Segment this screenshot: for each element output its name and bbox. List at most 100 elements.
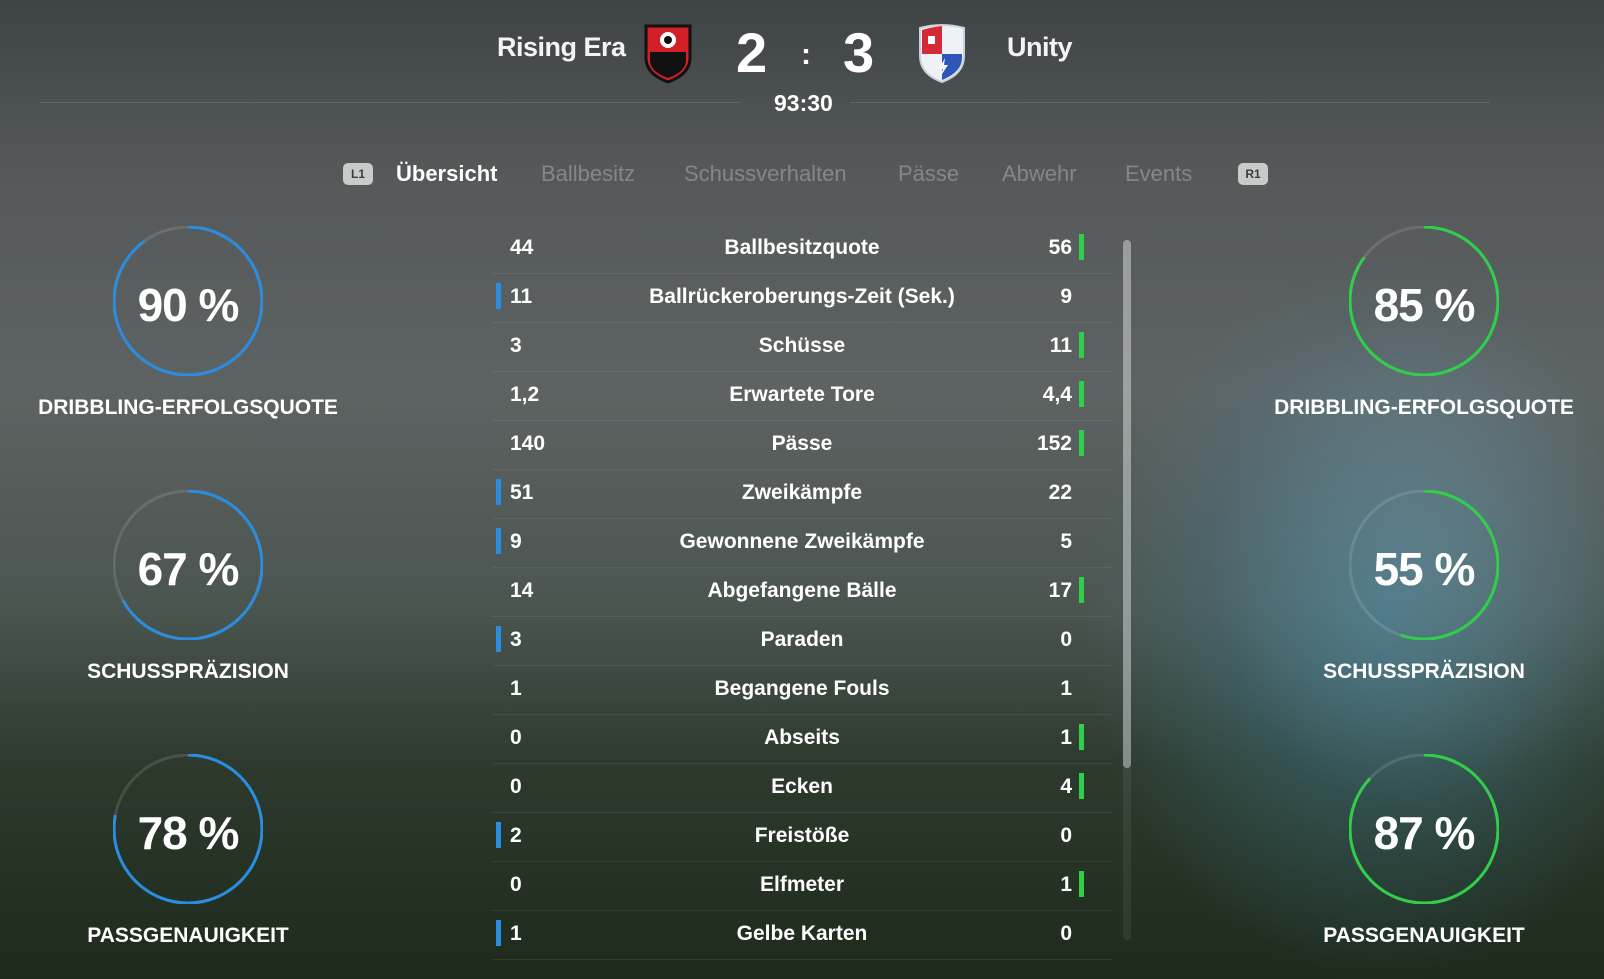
home-team-crest — [640, 22, 696, 84]
stat-home-value: 1,2 — [510, 383, 540, 406]
away-leader-bar — [1079, 773, 1084, 799]
home-shot-accuracy-value: 67 % — [137, 543, 240, 595]
away-leader-bar — [1079, 577, 1084, 603]
away-leader-bar — [1079, 234, 1084, 260]
stat-row: 140 Pässe 152 — [492, 420, 1112, 470]
stat-away-value: 0 — [1060, 628, 1072, 651]
stat-label: Erwartete Tore — [729, 383, 875, 406]
stat-home-value: 0 — [510, 726, 522, 749]
home-leader-bar — [496, 626, 501, 652]
away-dribbling-value: 85 % — [1373, 279, 1476, 331]
score-separator: : — [801, 38, 811, 71]
stat-row: 0 Ecken 4 — [492, 763, 1112, 813]
stat-home-value: 140 — [510, 432, 546, 455]
stat-away-value: 1 — [1060, 726, 1072, 749]
stat-label: Ballbesitzquote — [724, 236, 880, 259]
away-pass-accuracy-value: 87 % — [1373, 807, 1476, 859]
stat-away-value: 17 — [1048, 579, 1072, 602]
stat-row: 51 Zweikämpfe 22 — [492, 469, 1112, 519]
away-leader-bar — [1079, 871, 1084, 897]
stat-row: 14 Abgefangene Bälle 17 — [492, 567, 1112, 617]
stat-row: 1 Gelbe Karten 0 — [492, 910, 1112, 960]
stat-away-value: 0 — [1060, 824, 1072, 847]
tab-events[interactable]: Events — [1125, 161, 1192, 187]
home-leader-bar — [496, 822, 501, 848]
stat-home-value: 3 — [510, 628, 522, 651]
stat-row: 1,2 Erwartete Tore 4,4 — [492, 371, 1112, 421]
stat-home-value: 3 — [510, 334, 522, 357]
stat-label: Gelbe Karten — [736, 922, 868, 945]
divider-line — [850, 102, 1490, 103]
away-shot-accuracy-label: SCHUSSPRÄZISION — [1323, 660, 1525, 683]
l1-button-icon[interactable]: L1 — [343, 163, 373, 185]
stat-row: 3 Schüsse 11 — [492, 322, 1112, 372]
home-dribbling-value: 90 % — [137, 279, 240, 331]
home-pass-accuracy-value: 78 % — [137, 807, 240, 859]
away-team-crest — [914, 22, 970, 84]
home-leader-bar — [496, 528, 501, 554]
stat-away-value: 0 — [1060, 922, 1072, 945]
stat-label: Abgefangene Bälle — [707, 579, 897, 602]
home-dribbling-label: DRIBBLING-ERFOLGSQUOTE — [38, 396, 338, 419]
home-score: 2 — [736, 21, 768, 84]
away-leader-bar — [1079, 332, 1084, 358]
stat-away-value: 152 — [1036, 432, 1072, 455]
home-leader-bar — [496, 920, 501, 946]
stats-table[interactable]: 44 Ballbesitzquote 56 11 Ballrückeroberu… — [492, 224, 1112, 964]
stat-home-value: 1 — [510, 677, 522, 700]
home-shot-accuracy-label: SCHUSSPRÄZISION — [87, 660, 289, 683]
away-pass-accuracy-label: PASSGENAUIGKEIT — [1323, 924, 1525, 947]
stats-tab-bar: L1 Übersicht Ballbesitz Schussverhalten … — [0, 158, 1604, 198]
home-pass-accuracy-label: PASSGENAUIGKEIT — [87, 924, 289, 947]
stat-away-value: 22 — [1048, 481, 1072, 504]
away-shot-accuracy-value: 55 % — [1373, 543, 1476, 595]
stat-row: 1 Begangene Fouls 1 — [492, 665, 1112, 715]
divider-line — [40, 102, 740, 103]
stat-label: Schüsse — [758, 334, 846, 357]
stat-label: Ecken — [771, 775, 833, 798]
stat-label: Begangene Fouls — [714, 677, 890, 700]
stat-row: 44 Ballbesitzquote 56 — [492, 224, 1112, 274]
stat-label: Elfmeter — [759, 873, 845, 896]
home-team-name: Rising Era — [497, 32, 626, 62]
home-leader-bar — [496, 283, 501, 309]
stat-away-value: 1 — [1060, 873, 1072, 896]
r1-button-icon[interactable]: R1 — [1238, 163, 1268, 185]
stat-label: Abseits — [764, 726, 840, 749]
stats-scrollbar-thumb[interactable] — [1123, 240, 1131, 768]
stat-away-value: 4,4 — [1042, 383, 1072, 406]
stat-row: 3 Paraden 0 — [492, 616, 1112, 666]
stat-away-value: 5 — [1060, 530, 1072, 553]
stat-row: 0 Elfmeter 1 — [492, 861, 1112, 911]
stat-away-value: 11 — [1049, 334, 1072, 357]
stat-away-value: 56 — [1048, 236, 1072, 259]
away-leader-bar — [1079, 724, 1084, 750]
stat-home-value: 51 — [510, 481, 534, 504]
stat-label: Gewonnene Zweikämpfe — [679, 530, 925, 553]
stat-label: Pässe — [771, 432, 833, 455]
stat-label: Ballrückeroberungs-Zeit (Sek.) — [649, 285, 955, 308]
match-clock: 93:30 — [774, 90, 833, 116]
tab-ballbesitz[interactable]: Ballbesitz — [541, 161, 635, 187]
home-leader-bar — [496, 479, 501, 505]
tab-uebersicht[interactable]: Übersicht — [396, 161, 497, 187]
stat-home-value: 0 — [510, 873, 522, 896]
tab-abwehr[interactable]: Abwehr — [1002, 161, 1077, 187]
stat-home-value: 14 — [510, 579, 534, 602]
stat-home-value: 0 — [510, 775, 522, 798]
stat-home-value: 44 — [510, 236, 534, 259]
tab-schussverhalten[interactable]: Schussverhalten — [684, 161, 847, 187]
tab-paesse[interactable]: Pässe — [898, 161, 959, 187]
stat-label: Freistöße — [754, 824, 850, 847]
stat-home-value: 11 — [510, 285, 533, 308]
away-score: 3 — [843, 21, 875, 84]
stat-label: Zweikämpfe — [741, 481, 863, 504]
stat-away-value: 9 — [1060, 285, 1072, 308]
stat-row: 11 Ballrückeroberungs-Zeit (Sek.) 9 — [492, 273, 1112, 323]
away-leader-bar — [1079, 430, 1084, 456]
stat-row: 9 Gewonnene Zweikämpfe 5 — [492, 518, 1112, 568]
stat-home-value: 1 — [510, 922, 522, 945]
stat-away-value: 4 — [1060, 775, 1072, 798]
stat-row: 0 Abseits 1 — [492, 714, 1112, 764]
scoreboard: Rising Era 2 : 3 Unity 93:30 — [0, 0, 1604, 130]
